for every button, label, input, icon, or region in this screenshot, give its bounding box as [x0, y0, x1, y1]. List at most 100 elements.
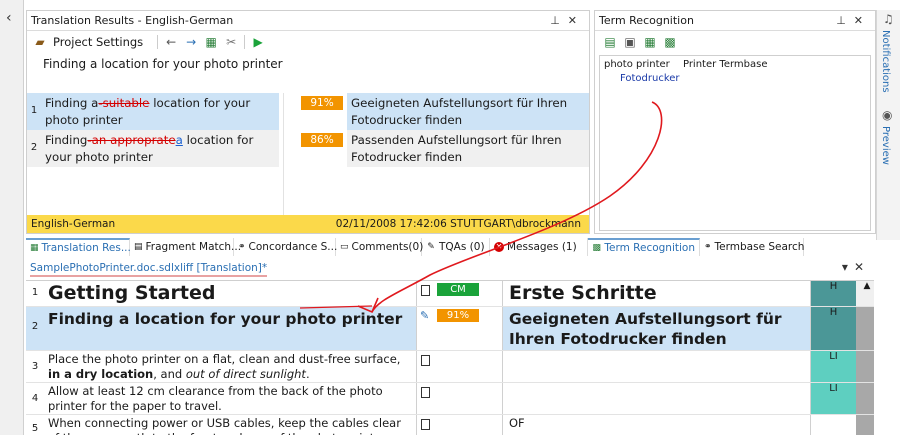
- target-term[interactable]: Fotodrucker: [600, 73, 870, 84]
- tab-label: Comments(0): [351, 241, 424, 253]
- translation-results-icon: ▦: [30, 243, 39, 253]
- segment-number: 4: [31, 393, 39, 404]
- term-list-icon[interactable]: ▤: [603, 35, 617, 49]
- document-icon: [421, 419, 430, 430]
- term-add-icon[interactable]: ▣: [623, 35, 637, 49]
- arrow-left-icon[interactable]: ←: [164, 35, 178, 49]
- panel-controls: ⊥✕: [550, 11, 585, 31]
- tab-label: TQAs (0): [439, 241, 485, 253]
- segment-target[interactable]: [502, 383, 810, 414]
- term-settings-icon[interactable]: ▦: [643, 35, 657, 49]
- segment-row[interactable]: 4 Allow at least 12 cm clearance from th…: [26, 383, 874, 415]
- source-text: , and: [153, 367, 186, 381]
- translation-results-toolbar: ▰ Project Settings ← → ▦ ✂ ▶: [27, 31, 589, 53]
- document-tab[interactable]: SamplePhotoPrinter.doc.sdlxliff [Transla…: [30, 262, 268, 277]
- bottom-tabs: ▦ Translation Res... ▤ Fragment Match...…: [26, 238, 876, 256]
- document-tab-row: SamplePhotoPrinter.doc.sdlxliff [Transla…: [26, 260, 876, 278]
- translation-results-status-bar: English-German 02/11/2008 17:42:06 STUTT…: [27, 215, 589, 233]
- document-icon: [421, 387, 430, 398]
- scrollbar-track[interactable]: ▲: [856, 281, 874, 306]
- chevron-left-icon[interactable]: ‹: [6, 10, 12, 26]
- tab-tqas[interactable]: ✎ TQAs (0): [422, 238, 490, 256]
- project-settings-icon[interactable]: ▰: [33, 35, 47, 49]
- tab-messages[interactable]: ✕ Messages (1): [490, 238, 588, 256]
- translation-results-title: Translation Results - English-German: [31, 14, 234, 27]
- source-bold-text: in a dry location: [48, 367, 154, 381]
- document-controls: ▾✕: [842, 260, 870, 274]
- segment-row[interactable]: 1 Getting Started CM Erste Schritte H ▲: [26, 281, 874, 307]
- deleted-text: -suitable: [98, 96, 150, 110]
- pin-icon[interactable]: ⊥: [550, 14, 568, 27]
- close-icon[interactable]: ✕: [854, 14, 871, 27]
- result-row[interactable]: 1 Finding a-suitable location for your p…: [27, 93, 589, 130]
- notifications-bell-icon[interactable]: ♫: [883, 12, 894, 26]
- dropdown-icon[interactable]: ▾: [842, 260, 854, 274]
- segment-row[interactable]: 2 Finding a location for your photo prin…: [26, 307, 874, 351]
- tools-icon[interactable]: ✂: [224, 35, 238, 49]
- termbase-name: Printer Termbase: [682, 59, 768, 70]
- notifications-tab[interactable]: Notifications: [880, 30, 891, 93]
- result-row[interactable]: 2 Finding-an appropratea location for yo…: [27, 130, 589, 167]
- segment-source[interactable]: Finding a location for your photo printe…: [44, 307, 416, 350]
- segment-type: H: [810, 307, 856, 350]
- segment-source[interactable]: Place the photo printer on a flat, clean…: [44, 351, 416, 382]
- segment-status-cell: [416, 383, 502, 414]
- preview-eye-icon[interactable]: ◉: [882, 108, 892, 122]
- term-recognition-panel: Term Recognition ⊥✕ ▤ ▣ ▦ ▩ photo printe…: [594, 10, 876, 234]
- source-text: Finding a: [45, 96, 99, 110]
- scrollbar-track[interactable]: [856, 415, 874, 435]
- result-index: 2: [27, 130, 41, 167]
- source-segment: Finding a location for your photo printe…: [43, 57, 283, 71]
- document-icon: [421, 355, 430, 366]
- scrollbar-track[interactable]: [856, 383, 874, 414]
- scroll-up-icon[interactable]: ▲: [860, 281, 874, 295]
- project-settings-button[interactable]: Project Settings: [53, 35, 143, 49]
- term-results-box: photo printer Printer Termbase Fotodruck…: [599, 55, 871, 231]
- termbase-search-icon: ⚭: [704, 242, 712, 252]
- preview-tab[interactable]: Preview: [880, 126, 891, 165]
- segment-source[interactable]: Getting Started: [44, 281, 416, 306]
- close-icon[interactable]: ✕: [568, 14, 585, 27]
- segment-status-cell: [416, 415, 502, 435]
- panel-controls: ⊥✕: [836, 11, 871, 31]
- scrollbar-track[interactable]: [856, 351, 874, 382]
- segment-target[interactable]: OF: [502, 415, 810, 435]
- segment-number: 3: [31, 361, 39, 372]
- tab-comments[interactable]: ▭ Comments(0): [336, 238, 424, 256]
- arrow-right-icon[interactable]: →: [184, 35, 198, 49]
- segment-target[interactable]: [502, 351, 810, 382]
- tab-concordance-search[interactable]: ⚭ Concordance S...: [234, 238, 337, 256]
- source-italic-text: out of direct sunlight: [185, 367, 306, 381]
- tab-label: Termbase Search: [714, 241, 805, 253]
- pin-icon[interactable]: ⊥: [836, 14, 854, 27]
- segment-type: LI: [810, 351, 856, 382]
- segment-source[interactable]: When connecting power or USB cables, kee…: [44, 415, 416, 435]
- term-recognition-title-bar: Term Recognition ⊥✕: [595, 11, 875, 31]
- segment-target[interactable]: Geeigneten Aufstellungsort für Ihren Fot…: [502, 307, 810, 350]
- scrollbar-track[interactable]: [856, 307, 874, 350]
- status-badge: CM: [437, 283, 479, 296]
- segment-row[interactable]: 5 When connecting power or USB cables, k…: [26, 415, 874, 435]
- tab-translation-results[interactable]: ▦ Translation Res...: [26, 238, 131, 256]
- inserted-text: a: [175, 133, 183, 147]
- segment-target[interactable]: Erste Schritte: [502, 281, 810, 306]
- fragment-match-icon: ▤: [134, 242, 143, 252]
- segment-source[interactable]: Allow at least 12 cm clearance from the …: [44, 383, 416, 414]
- tab-label: Messages (1): [507, 241, 577, 253]
- result-source: Finding a-suitable location for your pho…: [41, 93, 279, 130]
- tab-fragment-matches[interactable]: ▤ Fragment Match...: [130, 238, 241, 256]
- tab-term-recognition[interactable]: ▩ Term Recognition: [588, 238, 700, 256]
- match-cell: 86%: [301, 130, 347, 167]
- source-term[interactable]: photo printer: [604, 59, 670, 70]
- segment-type: [810, 415, 856, 435]
- right-side-strip: ♫ Notifications ◉ Preview: [876, 10, 900, 240]
- deleted-text: -an approprate: [87, 133, 176, 147]
- termbase-icon[interactable]: ▩: [663, 35, 677, 49]
- tab-label: Fragment Match...: [145, 241, 242, 253]
- segment-number: 1: [31, 287, 39, 298]
- play-next-icon[interactable]: ▶: [251, 35, 265, 49]
- grid-apply-icon[interactable]: ▦: [204, 35, 218, 49]
- segment-row[interactable]: 3 Place the photo printer on a flat, cle…: [26, 351, 874, 383]
- close-icon[interactable]: ✕: [854, 260, 870, 274]
- tab-termbase-search[interactable]: ⚭ Termbase Search: [700, 238, 804, 256]
